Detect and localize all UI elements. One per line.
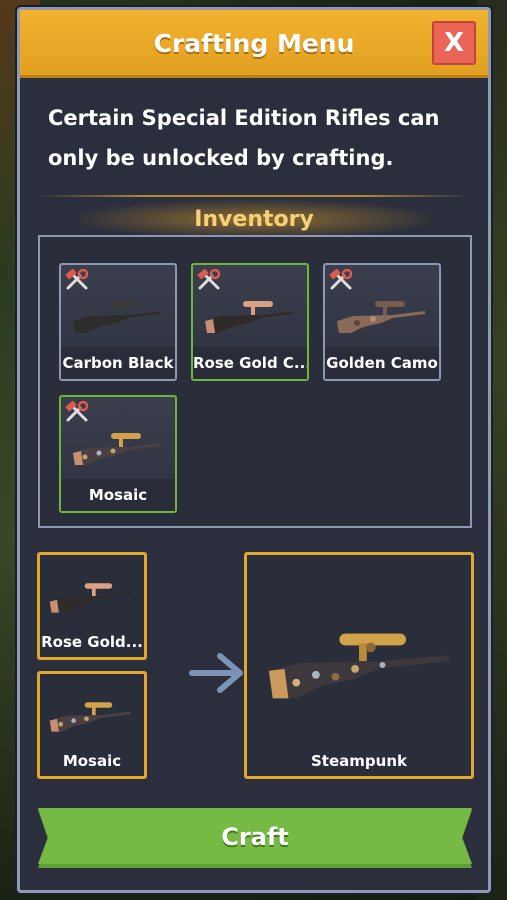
inventory-item-mosaic[interactable]: Mosaic bbox=[59, 395, 177, 513]
header-bar: Crafting Menu X bbox=[20, 10, 488, 78]
recipe-input-slot[interactable]: Mosaic bbox=[37, 671, 147, 779]
inventory-title: Inventory bbox=[194, 207, 314, 232]
tools-icon bbox=[65, 269, 89, 290]
crafting-panel: Crafting Menu X Certain Special Edition … bbox=[17, 7, 491, 893]
inventory-item-label: Rose Gold C... bbox=[193, 347, 307, 379]
rifle-steampunk-image bbox=[268, 633, 450, 699]
craft-button-label: Craft bbox=[221, 823, 289, 851]
rifle-carbon-black-image bbox=[73, 301, 161, 333]
close-button[interactable]: X bbox=[432, 21, 476, 65]
arrow-right-icon bbox=[189, 653, 243, 693]
inventory-grid: Carbon Black Rose Gold C... Golden Camo … bbox=[38, 235, 472, 528]
inventory-item-rose-gold[interactable]: Rose Gold C... bbox=[191, 263, 309, 381]
recipe-input-label: Rose Gold... bbox=[41, 633, 143, 651]
recipe-input-slot[interactable]: Rose Gold... bbox=[37, 552, 147, 660]
tools-icon bbox=[65, 401, 89, 422]
craft-button[interactable]: Craft bbox=[38, 808, 472, 870]
inventory-item-label: Carbon Black bbox=[61, 347, 175, 379]
inventory-item-label: Golden Camo bbox=[325, 347, 439, 379]
inventory-item-golden-camo[interactable]: Golden Camo bbox=[323, 263, 441, 381]
inventory-item-carbon-black[interactable]: Carbon Black bbox=[59, 263, 177, 381]
divider bbox=[38, 195, 470, 197]
recipe-output-label: Steampunk bbox=[311, 752, 407, 770]
tools-icon bbox=[197, 269, 221, 290]
recipe-input-label: Mosaic bbox=[62, 752, 122, 770]
rifle-mosaic-image bbox=[49, 702, 131, 732]
recipe-output-slot[interactable]: Steampunk bbox=[244, 552, 474, 779]
page-title: Crafting Menu bbox=[153, 29, 355, 58]
inventory-item-label: Mosaic bbox=[61, 479, 175, 511]
rifle-mosaic-image bbox=[73, 433, 161, 465]
rifle-rose-gold-image bbox=[49, 583, 131, 613]
description-text: Certain Special Edition Rifles can only … bbox=[48, 106, 440, 170]
rifle-golden-camo-image bbox=[337, 301, 425, 333]
rifle-rose-gold-image bbox=[205, 301, 293, 333]
tools-icon bbox=[329, 269, 353, 290]
